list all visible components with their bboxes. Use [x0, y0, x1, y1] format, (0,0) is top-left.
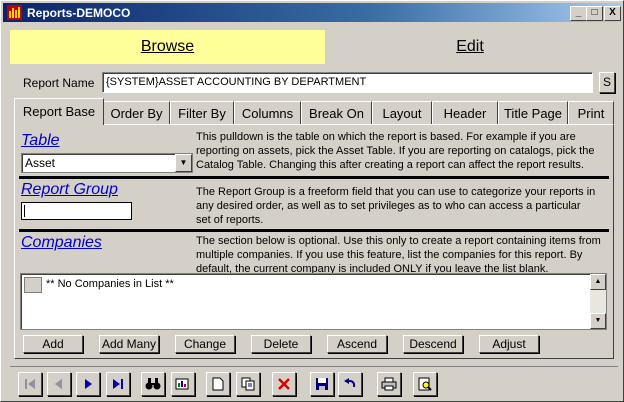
- binoculars-icon[interactable]: [141, 372, 165, 396]
- group-desc-line: any desired order, as well as to set pri…: [196, 200, 581, 212]
- spell-button[interactable]: S: [599, 72, 615, 93]
- tab-layout[interactable]: Layout: [372, 101, 432, 124]
- print-icon[interactable]: [377, 372, 401, 396]
- undo-icon[interactable]: [338, 372, 362, 396]
- delete-icon[interactable]: [272, 372, 296, 396]
- app-icon: [7, 5, 22, 20]
- tab-order-by[interactable]: Order By: [103, 101, 170, 124]
- save-icon[interactable]: [310, 372, 334, 396]
- bottom-toolbar: [10, 366, 618, 399]
- companies-description: The section below is optional. Use this …: [196, 234, 601, 276]
- report-name-value: {SYSTEM}ASSET ACCOUNTING BY DEPARTMENT: [106, 76, 367, 88]
- list-item-checkbox[interactable]: [24, 277, 42, 293]
- section-divider: [19, 229, 609, 232]
- tab-header[interactable]: Header: [432, 101, 498, 124]
- minimize-button[interactable]: _: [570, 6, 587, 21]
- scroll-up-icon[interactable]: ▲: [590, 274, 606, 290]
- add-button[interactable]: Add: [23, 335, 83, 353]
- chevron-down-icon[interactable]: ▼: [175, 154, 192, 172]
- list-item: ** No Companies in List **: [46, 278, 174, 290]
- report-name-label: Report Name: [23, 76, 95, 90]
- report-group-title[interactable]: Report Group: [21, 181, 118, 199]
- group-desc-line: The Report Group is a freeform field tha…: [196, 186, 596, 198]
- tab-report-base[interactable]: Report Base: [14, 98, 104, 125]
- title-bar: Reports-DEMOCO _ □ X: [3, 3, 621, 22]
- descend-button[interactable]: Descend: [403, 335, 463, 353]
- group-desc-line: set of reports.: [196, 214, 264, 226]
- browse-tab-label: Browse: [140, 38, 195, 55]
- delete-button[interactable]: Delete: [251, 335, 311, 353]
- tab-title-page[interactable]: Title Page: [498, 101, 568, 124]
- table-description: This pulldown is the table on which the …: [196, 130, 594, 172]
- maximize-button[interactable]: □: [586, 6, 603, 21]
- companies-list[interactable]: ** No Companies in List ** ▲ ▼: [20, 273, 607, 330]
- adjust-button[interactable]: Adjust: [479, 335, 539, 353]
- report-name-field[interactable]: {SYSTEM}ASSET ACCOUNTING BY DEPARTMENT: [102, 72, 593, 93]
- close-button[interactable]: X: [604, 6, 621, 21]
- edit-tab-label: Edit: [456, 38, 484, 55]
- change-button[interactable]: Change: [175, 335, 235, 353]
- prev-record-icon[interactable]: [47, 372, 71, 396]
- report-group-input[interactable]: [21, 202, 132, 220]
- copy-icon[interactable]: [236, 372, 260, 396]
- browse-tab[interactable]: Browse: [10, 30, 325, 64]
- first-record-icon[interactable]: [18, 372, 42, 396]
- text-cursor: [24, 205, 25, 217]
- companies-desc-line: multiple companies. If you use this feat…: [196, 249, 583, 261]
- report-group-description: The Report Group is a freeform field tha…: [196, 185, 595, 227]
- last-record-icon[interactable]: [106, 372, 130, 396]
- list-scrollbar[interactable]: ▲ ▼: [590, 274, 606, 329]
- table-desc-line: reporting on assets, pick the Asset Tabl…: [196, 145, 595, 157]
- preview-icon[interactable]: [413, 372, 437, 396]
- companies-title[interactable]: Companies: [21, 234, 102, 252]
- table-desc-line: Catalog Table. Changing this after creat…: [196, 159, 584, 171]
- query-icon[interactable]: [171, 372, 195, 396]
- scroll-down-icon[interactable]: ▼: [590, 313, 606, 329]
- tab-print[interactable]: Print: [568, 101, 614, 124]
- report-window: Reports-DEMOCO _ □ X Browse Edit Report …: [0, 0, 624, 402]
- table-dropdown[interactable]: Asset ▼: [21, 153, 193, 173]
- tab-columns[interactable]: Columns: [234, 101, 301, 124]
- tab-break-on[interactable]: Break On: [301, 101, 372, 124]
- add-many-button[interactable]: Add Many: [99, 335, 159, 353]
- table-desc-line: This pulldown is the table on which the …: [196, 131, 576, 143]
- companies-desc-line: The section below is optional. Use this …: [196, 235, 601, 247]
- window-title: Reports-DEMOCO: [27, 6, 131, 20]
- new-document-icon[interactable]: [206, 372, 230, 396]
- section-divider: [19, 176, 609, 179]
- table-section-title[interactable]: Table: [21, 132, 60, 150]
- tab-filter-by[interactable]: Filter By: [170, 101, 234, 124]
- edit-tab[interactable]: Edit: [326, 30, 614, 64]
- next-record-icon[interactable]: [76, 372, 100, 396]
- table-dropdown-value: Asset: [25, 156, 56, 170]
- ascend-button[interactable]: Ascend: [327, 335, 387, 353]
